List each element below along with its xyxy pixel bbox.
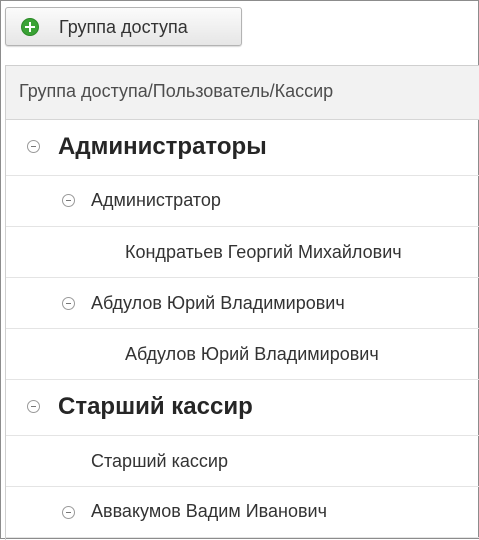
collapse-icon[interactable] [27, 400, 40, 413]
window-frame: Группа доступа Группа доступа/Пользовате… [0, 0, 479, 540]
access-groups-table[interactable]: Группа доступа/Пользователь/Кассир Админ… [5, 65, 479, 540]
table-row[interactable]: Старший кассир [6, 436, 479, 487]
add-access-group-button[interactable]: Группа доступа [5, 7, 242, 46]
row-label: Абдулов Юрий Владимирович [125, 344, 379, 364]
row-label: Старший кассир [58, 393, 253, 420]
table-header: Группа доступа/Пользователь/Кассир [6, 66, 479, 120]
collapse-icon[interactable] [62, 297, 75, 310]
collapse-icon[interactable] [27, 140, 40, 153]
table-row[interactable]: Администратор [6, 176, 479, 227]
collapse-icon[interactable] [62, 506, 75, 519]
table-row[interactable]: Старший кассир [6, 380, 479, 436]
row-label: Старший кассир [91, 451, 228, 471]
table-row[interactable]: Абдулов Юрий Владимирович [6, 278, 479, 329]
add-access-group-label: Группа доступа [59, 17, 188, 37]
table-row[interactable]: Кондратьев Георгий Михайлович [6, 227, 479, 278]
row-label: Аввакумов Вадим Иванович [91, 501, 327, 521]
row-label: Абдулов Юрий Владимирович [91, 293, 345, 313]
table-row[interactable]: Администраторы [6, 120, 479, 176]
row-label: Администраторы [58, 133, 267, 160]
row-label: Администратор [91, 190, 221, 210]
row-label: Кондратьев Георгий Михайлович [125, 242, 402, 262]
plus-circle-icon [21, 18, 39, 36]
table-row[interactable]: Абдулов Юрий Владимирович [6, 329, 479, 380]
table-row[interactable]: Аввакумов Вадим Иванович [6, 487, 479, 538]
collapse-icon[interactable] [62, 194, 75, 207]
column-header-group-user-cashier[interactable]: Группа доступа/Пользователь/Кассир [19, 81, 333, 102]
